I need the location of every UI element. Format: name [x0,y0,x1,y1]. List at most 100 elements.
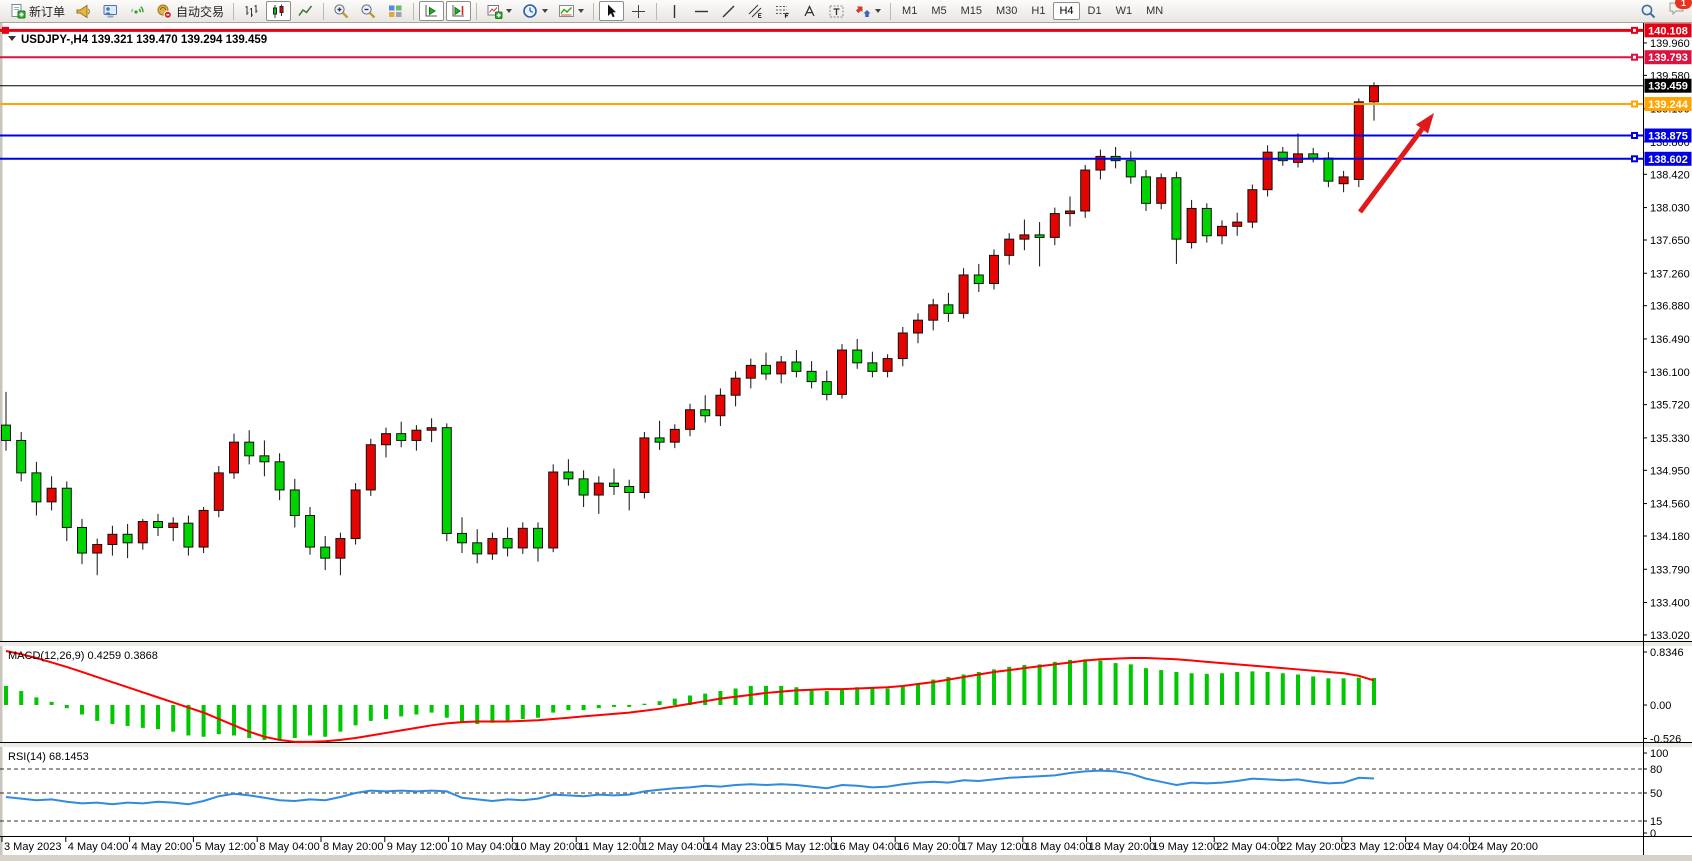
bottom-strip [0,855,1692,861]
macd-histogram-bar [110,705,114,724]
tile-windows-button[interactable] [383,1,408,21]
signals-button[interactable] [125,1,150,21]
zoom-out-button[interactable] [356,1,381,21]
notifications-button[interactable]: 1 [1668,0,1686,22]
terminal-button[interactable] [98,1,123,21]
macd-histogram-bar [1022,665,1026,705]
macd-histogram-bar [430,705,434,713]
zoom-in-button[interactable] [329,1,354,21]
candle-body [640,438,649,493]
macd-histogram-bar [369,705,373,721]
candle-body [488,539,497,554]
tf-button-M5[interactable]: M5 [925,2,952,20]
toolbar-separator [413,3,414,20]
candle-body [336,539,345,559]
fibonacci-tool-button[interactable] [770,1,795,21]
candle-body [1218,226,1227,235]
text-tool-button[interactable] [797,1,822,21]
macd-histogram-bar [141,705,145,728]
timeframe-group: M1M5M15M30H1H4D1W1MN [895,2,1170,20]
tf-button-M15[interactable]: M15 [955,2,988,20]
line-chart-button[interactable] [293,1,318,21]
tile-windows-icon [387,3,404,20]
tf-button-H4[interactable]: H4 [1053,2,1079,20]
candle-body [701,410,710,416]
dropdown-caret-icon [506,9,512,13]
tf-button-H1[interactable]: H1 [1025,2,1051,20]
macd-histogram-bar [278,705,282,740]
price-tick-label: 136.880 [1650,301,1690,313]
candle-body [534,528,543,548]
tf-button-M30[interactable]: M30 [990,2,1023,20]
macd-histogram-bar [308,705,312,735]
macd-tick-label: 0.00 [1650,700,1671,712]
horizontal-line-tool-button[interactable] [689,1,714,21]
tf-button-W1[interactable]: W1 [1110,2,1139,20]
crosshair-button[interactable] [626,1,651,21]
notification-badge: 1 [1675,0,1692,9]
macd-histogram-bar [1068,660,1072,705]
search-button[interactable] [1636,1,1661,21]
candle-body [883,359,892,372]
terminal-icon [102,3,119,20]
tf-button-D1[interactable]: D1 [1082,2,1108,20]
macd-histogram-bar [1144,668,1148,705]
macd-histogram-bar [1205,674,1209,705]
time-tick-label: 19 May 12:00 [1152,841,1219,853]
cursor-button[interactable] [599,1,624,21]
chart-shift-button[interactable] [446,1,471,21]
toolbar-separator [656,3,657,20]
channel-tool-button[interactable] [743,1,768,21]
price-tick-label: 133.020 [1650,630,1690,642]
candle-body [458,533,467,542]
rsi-tick-label: 80 [1650,764,1662,776]
periods-button[interactable] [518,1,552,21]
macd-histogram-bar [293,705,297,738]
trendline-tool-button[interactable] [716,1,741,21]
tf-button-MN[interactable]: MN [1140,2,1169,20]
arrows-tool-button[interactable] [851,1,885,21]
vertical-line-tool-button[interactable] [662,1,687,21]
candle-body [1370,86,1379,102]
candle-body [1157,178,1166,204]
macd-histogram-bar [521,705,525,719]
candle-body [62,488,71,527]
candle-body [306,516,315,548]
macd-histogram-bar [551,705,555,713]
pane-divider[interactable] [0,743,1692,747]
price-tick-label: 134.950 [1650,465,1690,477]
candle-body [716,395,725,415]
indicators-button[interactable] [482,1,516,21]
templates-button[interactable] [554,1,588,21]
macd-histogram-bar [126,705,130,726]
symbol-collapse-icon[interactable] [8,36,16,41]
tf-button-M1[interactable]: M1 [896,2,923,20]
autotrading-button[interactable]: 自动交易 [152,1,228,21]
candle-body [78,527,87,553]
new-order-button[interactable]: 新订单 [5,1,69,21]
candle-body [549,472,558,548]
dropdown-caret-icon [578,9,584,13]
text-label-tool-button[interactable] [824,1,849,21]
macd-histogram-bar [977,672,981,705]
hline-handle[interactable] [2,27,9,34]
auto-scroll-button[interactable] [419,1,444,21]
chart-window[interactable]: 139.960139.580139.190138.800138.420138.0… [0,23,1692,861]
macd-histogram-bar [1007,667,1011,705]
macd-histogram-bar [414,705,418,715]
candlestick-chart-button[interactable] [266,1,291,21]
candle-body [762,365,771,374]
macd-histogram-bar [992,669,996,705]
macd-histogram-bar [536,705,540,718]
candle-body [397,434,406,441]
macd-histogram-bar [840,688,844,705]
trend-arrow[interactable] [1360,129,1422,212]
bar-chart-button[interactable] [239,1,264,21]
macd-histogram-bar [1281,673,1285,705]
pane-divider[interactable] [0,642,1692,646]
macd-histogram-bar [1098,661,1102,705]
market-watch-button[interactable] [71,1,96,21]
macd-histogram-bar [1326,678,1330,705]
macd-histogram-bar [338,705,342,732]
time-tick-label: 17 May 12:00 [961,841,1028,853]
